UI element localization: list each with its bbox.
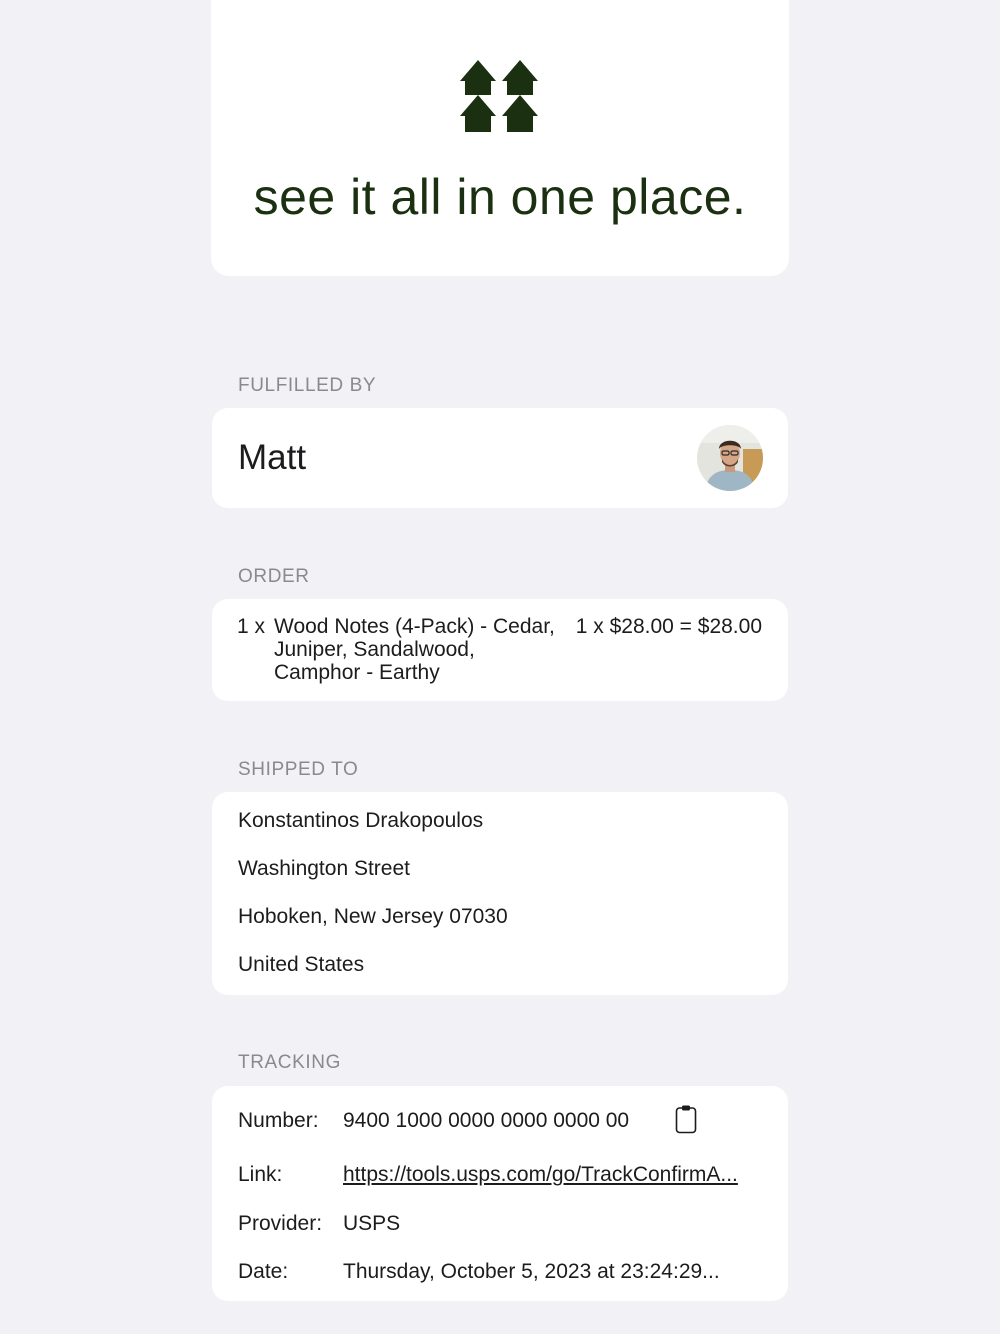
avatar[interactable] — [697, 425, 763, 491]
fulfiller-name: Matt — [238, 438, 307, 477]
tracking-date-value: Thursday, October 5, 2023 at 23:24:29... — [343, 1260, 720, 1283]
order-price: 1 x $28.00 = $28.00 — [575, 615, 762, 638]
tracking-date-key: Date: — [238, 1260, 289, 1283]
order-item-name: Wood Notes (4-Pack) - Cedar, Juniper, Sa… — [274, 615, 555, 684]
tracking-card: Number: 9400 1000 0000 0000 0000 00 Link… — [212, 1086, 788, 1301]
tracking-provider-value: USPS — [343, 1212, 401, 1235]
order-card: 1 x Wood Notes (4-Pack) - Cedar, Juniper… — [212, 599, 788, 701]
shipped-to-label: SHIPPED TO — [238, 759, 359, 780]
order-quantity: 1 x — [237, 615, 266, 638]
tracking-link[interactable]: https://tools.usps.com/go/TrackConfirmA.… — [343, 1163, 738, 1187]
fulfilled-by-label: FULFILLED BY — [238, 375, 377, 396]
clipboard-icon[interactable] — [675, 1104, 697, 1134]
address-country: United States — [238, 953, 365, 976]
shipped-to-card: Konstantinos Drakopoulos Washington Stre… — [212, 792, 788, 995]
tracking-label: TRACKING — [238, 1052, 341, 1073]
address-street: Washington Street — [238, 857, 410, 880]
address-city: Hoboken, New Jersey 07030 — [238, 905, 508, 928]
hero-card: see it all in one place. — [211, 0, 789, 276]
hero-tagline: see it all in one place. — [253, 169, 747, 225]
four-houses-logo-icon — [460, 60, 538, 132]
address-name: Konstantinos Drakopoulos — [238, 809, 484, 832]
fulfilled-by-card[interactable]: Matt — [212, 408, 788, 508]
person-avatar-icon — [697, 425, 763, 491]
order-label: ORDER — [238, 566, 310, 587]
tracking-provider-key: Provider: — [238, 1212, 323, 1235]
tracking-number-value[interactable]: 9400 1000 0000 0000 0000 00 — [343, 1109, 629, 1133]
tracking-link-key: Link: — [238, 1163, 283, 1186]
tracking-number-key: Number: — [238, 1109, 319, 1132]
